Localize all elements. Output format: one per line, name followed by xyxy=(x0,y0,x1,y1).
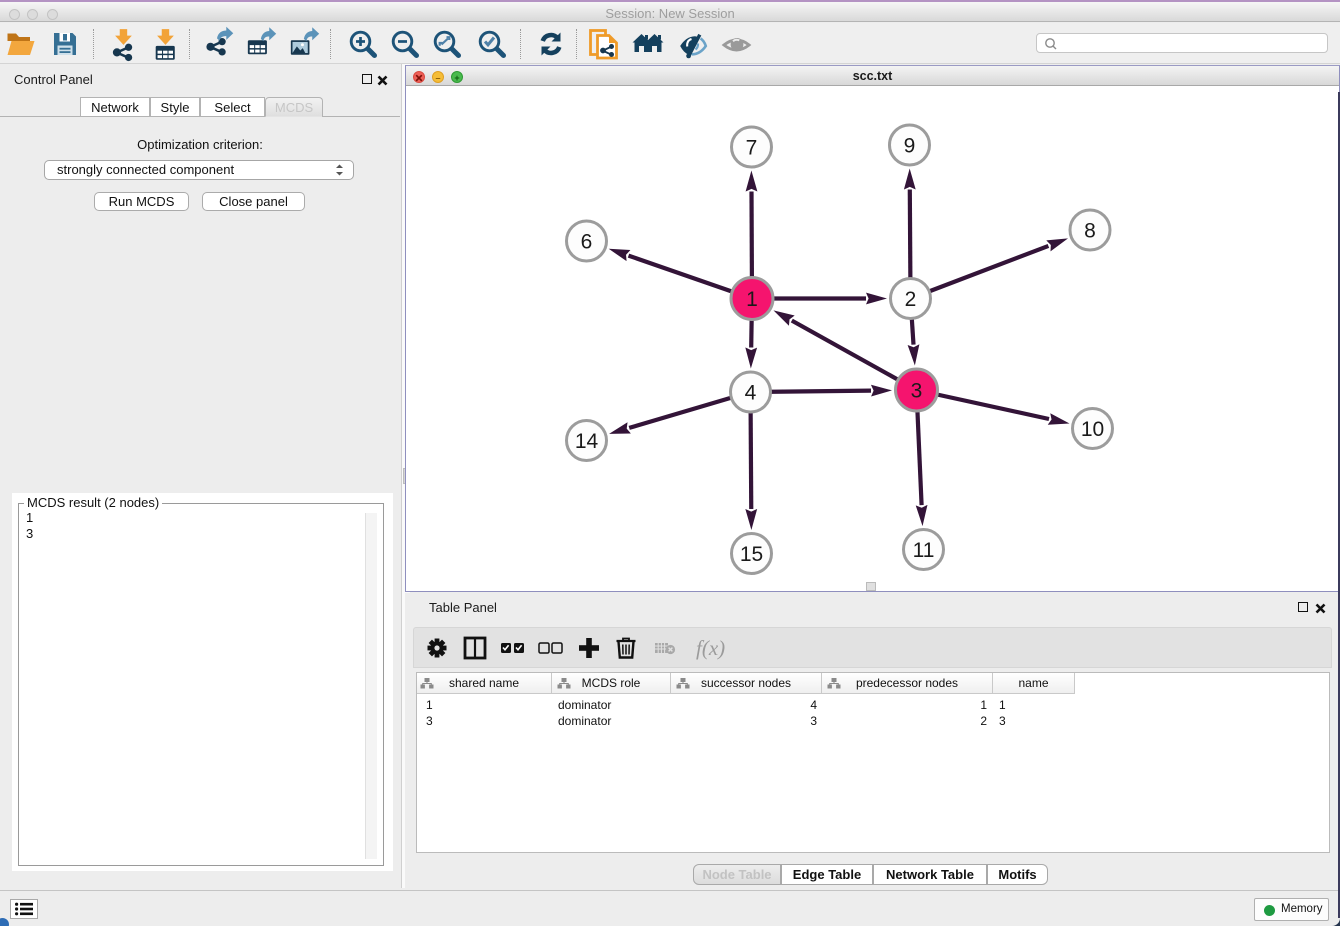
svg-text:15: 15 xyxy=(740,543,763,566)
svg-text:f(x): f(x) xyxy=(696,636,725,660)
svg-text:10: 10 xyxy=(1081,418,1104,441)
svg-text:14: 14 xyxy=(575,430,599,453)
svg-text:9: 9 xyxy=(904,135,916,158)
svg-text:11: 11 xyxy=(913,539,935,562)
svg-text:7: 7 xyxy=(746,137,758,160)
svg-text:3: 3 xyxy=(911,380,923,403)
svg-text:4: 4 xyxy=(745,382,757,405)
svg-text:1: 1 xyxy=(746,288,758,311)
svg-text:8: 8 xyxy=(1084,220,1096,243)
svg-text:2: 2 xyxy=(905,288,917,311)
svg-text:6: 6 xyxy=(581,231,593,254)
